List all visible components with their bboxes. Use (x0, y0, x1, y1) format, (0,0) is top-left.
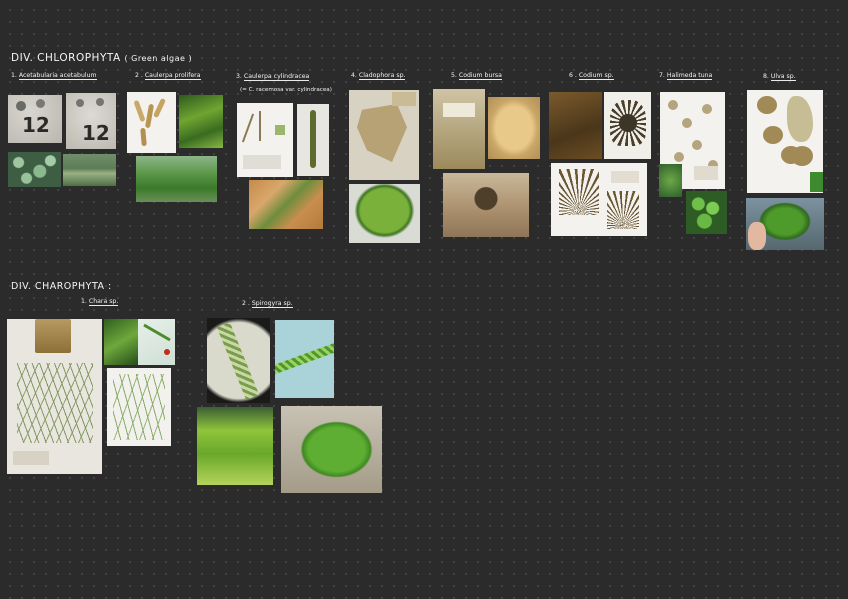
codium-sp-herbarium (551, 163, 647, 236)
label-caulerpa-note: (= C. racemosa var. cylindracea) (240, 87, 332, 93)
caulerpa-prolifera-herbarium (127, 92, 176, 153)
codium-bursa-jar-photo (433, 89, 485, 169)
label-spirogyra: 2 . Spirogyra sp. (242, 300, 293, 308)
spirogyra-micrograph-2 (275, 320, 334, 398)
spirogyra-stream-photo (197, 407, 273, 485)
jar-number: 12 (22, 113, 50, 137)
cladophora-herbarium (349, 90, 419, 180)
caulerpa-cylindracea-specimen (297, 104, 329, 176)
codium-sp-live-photo (549, 92, 602, 159)
codium-bursa-rock-photo (443, 173, 529, 237)
label-codium-sp: 6 . Codium sp. (569, 72, 614, 80)
spirogyra-micrograph-1 (207, 318, 270, 403)
ulva-thumbnail (810, 172, 823, 192)
spirogyra-rock-photo (281, 406, 382, 493)
caulerpa-cylindracea-herbarium (237, 103, 293, 177)
chara-closeup-2 (138, 319, 175, 365)
chara-specimen-photo (107, 368, 171, 446)
jar-number: 12 (82, 121, 110, 145)
caulerpa-prolifera-seabed-photo (136, 156, 217, 202)
codium-bursa-closeup (488, 97, 540, 159)
caulerpa-prolifera-live-photo (179, 95, 223, 148)
halimeda-closeup-photo (659, 164, 682, 197)
label-caulerpa-cylindracea: 3. Caulerpa cylindracea (236, 73, 310, 81)
label-halimeda: 7. Halimeda tuna (659, 72, 713, 80)
acetabularia-meadow-photo (63, 154, 116, 186)
acetabularia-jar-photo-1: 12 (8, 95, 62, 143)
charophyta-title: DIV. CHAROPHYTA : (11, 281, 112, 292)
acetabularia-jar-photo-2: 12 (66, 93, 116, 149)
label-ulva: 8. Ulva sp. (763, 73, 796, 81)
chara-herbarium (7, 319, 102, 474)
label-caulerpa-prolifera: 2 . Caulerpa prolifera (135, 72, 201, 80)
caulerpa-cylindracea-live-photo (249, 180, 323, 229)
label-acetabularia: 1. Acetabularia acetabulum (11, 72, 97, 80)
halimeda-live-photo (686, 191, 727, 234)
label-chara: 1. Chara sp. (81, 298, 119, 306)
label-codium-bursa: 5. Codium bursa (451, 72, 502, 80)
chlorophyta-title: DIV. CHLOROPHYTA ( Green algae ) (11, 52, 193, 64)
acetabularia-underwater-photo (8, 152, 61, 187)
label-cladophora: 4. Cladophora sp. (351, 72, 406, 80)
cladophora-ball-photo (349, 184, 420, 243)
codium-sp-specimen (604, 92, 651, 159)
ulva-in-hand-photo (746, 198, 824, 250)
chara-closeup-1 (104, 319, 138, 365)
